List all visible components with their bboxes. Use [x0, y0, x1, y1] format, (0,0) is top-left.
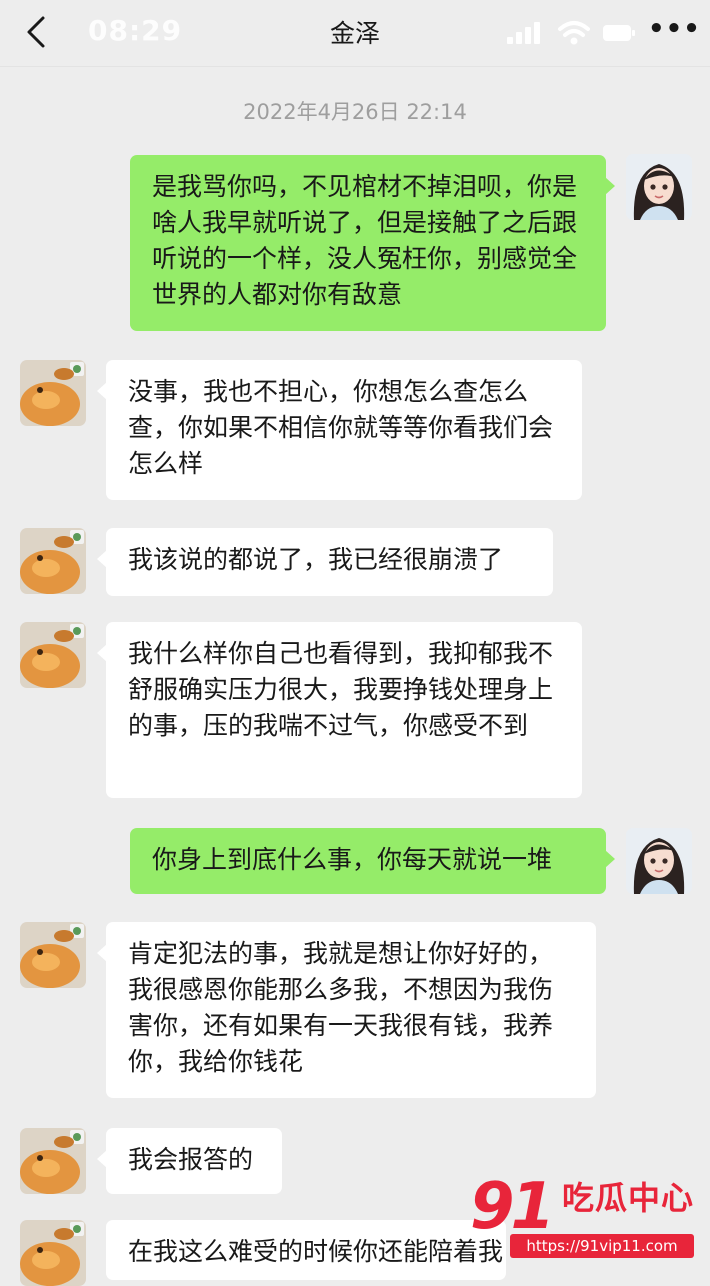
avatar[interactable]: [20, 622, 86, 688]
incoming-message-bubble[interactable]: 我会报答的: [97, 1128, 282, 1194]
watermark-logo: 91 吃瓜中心 https://91vip11.com: [470, 1172, 700, 1264]
chat-header: 08:29 金泽 •••: [0, 0, 710, 67]
avatar[interactable]: [20, 360, 86, 426]
avatar[interactable]: [20, 1220, 86, 1286]
incoming-message-bubble[interactable]: 我什么样你自己也看得到，我抑郁我不舒服确实压力很大，我要挣钱处理身上的事，压的我…: [97, 622, 582, 798]
incoming-message-bubble[interactable]: 肯定犯法的事，我就是想让你好好的，我很感恩你能那么多我，不想因为我伤害你，还有如…: [97, 922, 596, 1098]
signal-icon: [507, 22, 540, 44]
avatar[interactable]: [20, 922, 86, 988]
avatar[interactable]: [20, 528, 86, 594]
girl-avatar-icon: [626, 154, 692, 220]
cartoon-duck-avatar-icon: [20, 360, 86, 426]
watermark-url: https://91vip11.com: [510, 1234, 694, 1258]
watermark-name: 吃瓜中心: [562, 1179, 695, 1217]
cartoon-duck-avatar-icon: [20, 1220, 86, 1286]
watermark-number: 91: [470, 1170, 555, 1244]
message-timestamp: 2022年4月26日 22:14: [243, 100, 467, 124]
cartoon-duck-avatar-icon: [20, 622, 86, 688]
girl-avatar-icon: [626, 828, 692, 894]
outgoing-message-bubble[interactable]: 是我骂你吗，不见棺材不掉泪呗，你是啥人我早就听说了，但是接触了之后跟听说的一个样…: [130, 155, 615, 331]
battery-icon: [603, 25, 635, 41]
avatar[interactable]: [626, 828, 692, 894]
avatar[interactable]: [626, 154, 692, 220]
cartoon-duck-avatar-icon: [20, 528, 86, 594]
more-options-button[interactable]: •••: [648, 14, 701, 44]
incoming-message-bubble[interactable]: 我该说的都说了，我已经很崩溃了: [97, 528, 553, 596]
avatar[interactable]: [20, 1128, 86, 1194]
incoming-message-bubble[interactable]: 在我这么难受的时候你还能陪着我: [106, 1220, 506, 1280]
outgoing-message-bubble[interactable]: 你身上到底什么事，你每天就说一堆: [130, 828, 615, 894]
wifi-icon: [558, 21, 590, 45]
cartoon-duck-avatar-icon: [20, 922, 86, 988]
incoming-message-bubble[interactable]: 没事，我也不担心，你想怎么查怎么查，你如果不相信你就等等你看我们会怎么样: [97, 360, 582, 500]
cartoon-duck-avatar-icon: [20, 1128, 86, 1194]
